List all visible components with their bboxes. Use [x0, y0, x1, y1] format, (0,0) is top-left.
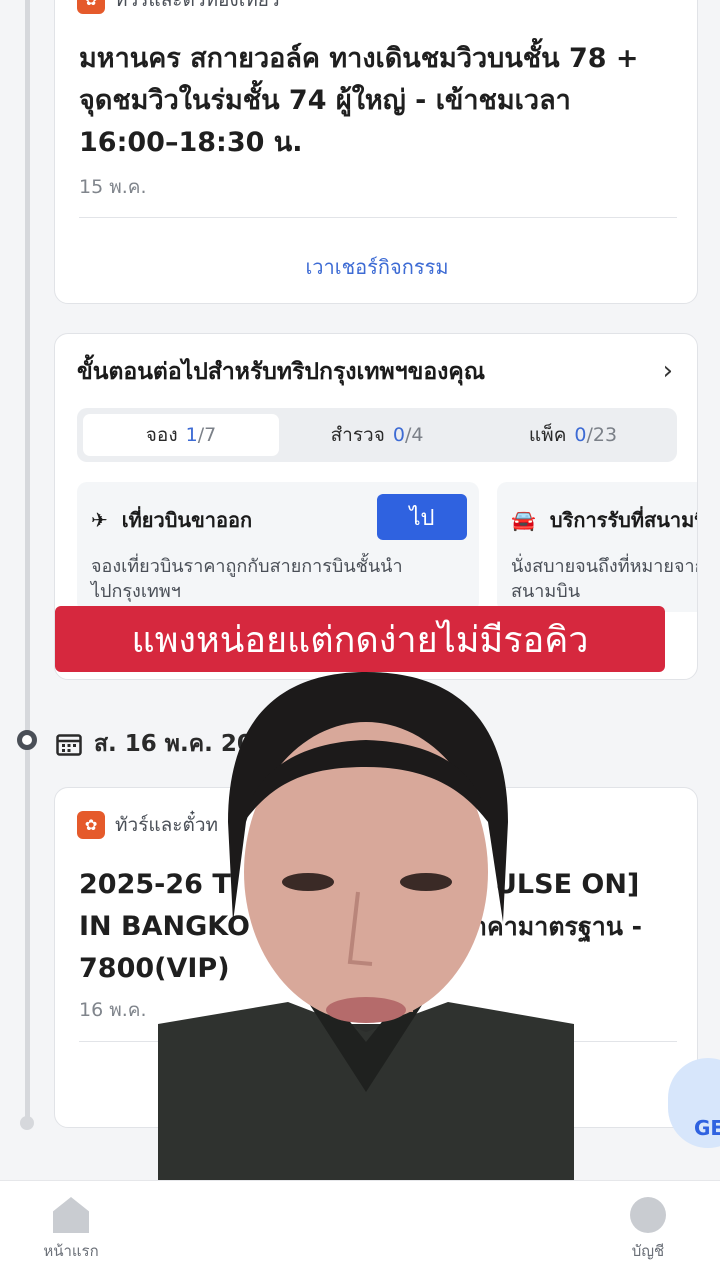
activity-card-skywalk[interactable]: ✿ ทัวร์และตั๋วท่องเที่ยว มหานคร สกายวอล์…	[54, 0, 698, 304]
suggestion-airport-pickup[interactable]: 🚘 บริการรับที่สนามบิน นั่งสบายจนถึงที่หม…	[497, 482, 698, 612]
suggestion-description: นั่งสบายจนถึงที่หมายจาก สนามบิน	[511, 556, 698, 602]
plane-icon: ✈	[91, 508, 108, 532]
activity-title: มหานคร สกายวอล์ค ทางเดินชมวิวบนชั้น 78 +…	[79, 43, 639, 158]
bottom-nav: หน้าแรก บัญชี	[0, 1180, 720, 1280]
timeline-line	[25, 0, 30, 1125]
suggestion-outbound-flight[interactable]: ✈ เที่ยวบินขาออก ไป จองเที่ยวบินราคาถูกก…	[77, 482, 479, 612]
nav-home[interactable]: หน้าแรก	[26, 1197, 116, 1263]
category-row: ✿ ทัวร์และตั๋วท่องเที่ยว	[77, 0, 280, 15]
suggestion-description: จองเที่ยวบินราคาถูกกับสายการบินชั้นนำ ไป…	[91, 556, 403, 602]
next-steps-title: ขั้นตอนต่อไปสำหรับทริปกรุงเทพฯของคุณ	[77, 359, 486, 385]
category-label: ทัวร์และตั๋วท่องเที่ยว	[115, 0, 280, 11]
nav-account[interactable]: บัญชี	[603, 1197, 693, 1263]
tab-explore[interactable]: สำรวจ 0 /4	[279, 414, 475, 456]
activity-date: 15 พ.ค.	[79, 176, 147, 198]
calendar-icon	[56, 734, 82, 756]
voucher-link[interactable]: เวาเชอร์กิจกรรม	[55, 251, 699, 283]
tour-icon: ✿	[77, 0, 105, 14]
account-icon	[630, 1197, 666, 1233]
chevron-right-icon[interactable]: ›	[663, 356, 673, 386]
divider	[79, 217, 677, 218]
timeline-end-dot	[20, 1116, 34, 1130]
timeline-dot	[17, 730, 37, 750]
video-caption: แพงหน่อยแต่กดง่ายไม่มีรอคิว	[55, 606, 665, 672]
tab-pack[interactable]: แพ็ค 0 /23	[475, 414, 671, 456]
steps-tabs: จอง 1 /7 สำรวจ 0 /4 แพ็ค 0 /23	[77, 408, 677, 462]
tab-book[interactable]: จอง 1 /7	[83, 414, 279, 456]
activity-date: 16 พ.ค.	[79, 999, 147, 1021]
tour-icon: ✿	[77, 811, 105, 839]
home-icon	[53, 1197, 89, 1233]
go-button[interactable]: ไป	[377, 494, 467, 540]
car-icon: 🚘	[511, 508, 536, 532]
